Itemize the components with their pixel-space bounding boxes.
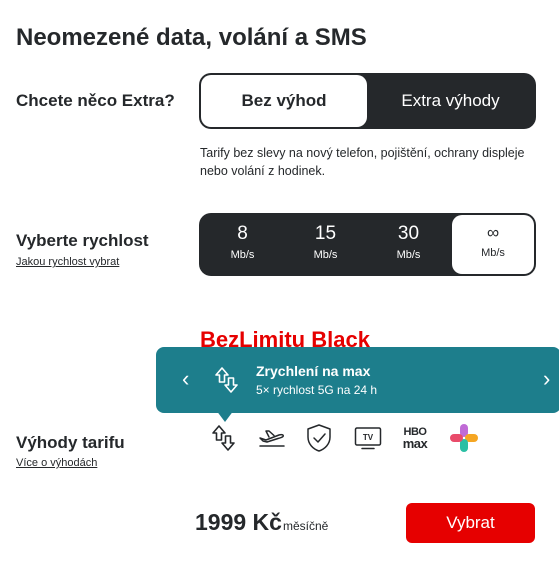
- option-extra-vyhody[interactable]: Extra výhody: [367, 75, 534, 127]
- extra-description: Tarify bez slevy na nový telefon, pojišt…: [200, 146, 525, 178]
- option-bez-vyhod[interactable]: Bez výhod: [201, 75, 367, 127]
- tv-icon-label: TV: [363, 433, 374, 442]
- tooltip-text: 5× rychlost 5G na 24 h: [256, 383, 378, 397]
- benefit-tooltip: ‹ Zrychlení na max 5× rychlost 5G na 24 …: [156, 347, 559, 413]
- speed-help-link[interactable]: Jakou rychlost vybrat: [16, 256, 119, 268]
- speed-option-unlimited[interactable]: ∞ Mb/s: [452, 215, 534, 274]
- extra-label: Chcete něco Extra?: [16, 91, 175, 110]
- airplane-icon[interactable]: [256, 422, 288, 454]
- tooltip-next-button[interactable]: ›: [543, 366, 550, 392]
- price-amount: 1999 Kč: [195, 509, 282, 535]
- speed-unit: Mb/s: [481, 247, 505, 259]
- select-button[interactable]: Vybrat: [406, 503, 535, 543]
- speed-value: 30: [397, 223, 420, 244]
- speed-value: 15: [314, 223, 337, 244]
- tv-icon[interactable]: TV: [352, 422, 384, 454]
- speed-unit: Mb/s: [313, 249, 338, 261]
- page-title: Neomezené data, volání a SMS: [16, 24, 367, 51]
- price-period: měsíčně: [283, 519, 329, 533]
- plus-logo[interactable]: [448, 422, 480, 454]
- extra-toggle: Bez výhod Extra výhody: [199, 73, 536, 129]
- speed-option-30[interactable]: 30 Mb/s: [367, 213, 450, 276]
- benefits-link[interactable]: Více o výhodách: [16, 457, 97, 469]
- speed-option-15[interactable]: 15 Mb/s: [284, 213, 367, 276]
- tooltip-prev-button[interactable]: ‹: [182, 366, 189, 392]
- speed-selector: 8 Mb/s 15 Mb/s 30 Mb/s ∞ Mb/s: [199, 213, 536, 276]
- speed-unit: Mb/s: [396, 249, 421, 261]
- shield-check-icon[interactable]: [303, 422, 335, 454]
- speed-value: 8: [237, 223, 248, 244]
- hbo-max-logo[interactable]: HBO max: [399, 422, 431, 454]
- speed-label: Vyberte rychlost: [16, 231, 149, 250]
- speed-option-8[interactable]: 8 Mb/s: [201, 213, 284, 276]
- tooltip-title: Zrychlení na max: [256, 363, 371, 379]
- speed-value: ∞: [486, 223, 500, 242]
- speed-unit: Mb/s: [230, 249, 255, 261]
- speed-boost-icon: [214, 366, 240, 399]
- hbo-logo-line2: max: [402, 436, 428, 451]
- benefits-label: Výhody tarifu: [16, 433, 125, 452]
- tooltip-pointer: [216, 410, 234, 422]
- speed-boost-icon[interactable]: [208, 422, 240, 454]
